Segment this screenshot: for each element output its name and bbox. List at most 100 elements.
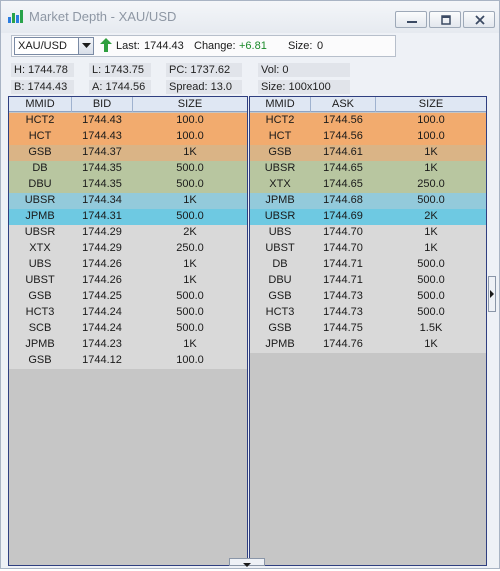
table-row[interactable]: JPMB 1744.68 500.0 xyxy=(250,193,486,209)
ask-panel[interactable]: MMID ASK SIZE HCT2 1744.56 100.0 HCT 1744.56… xyxy=(249,96,487,566)
table-row[interactable]: UBS 1744.70 1K xyxy=(250,225,486,241)
dropdown-button[interactable] xyxy=(78,38,93,54)
mmid-cell: GSB xyxy=(268,146,292,158)
stat-size: Size: 100x100 xyxy=(258,80,350,94)
size-cell: 1K xyxy=(183,338,197,350)
size-cell: 1K xyxy=(183,274,197,286)
column-header-size[interactable]: SIZE xyxy=(376,98,486,110)
size-cell: 500.0 xyxy=(417,290,445,302)
table-row[interactable]: UBSR 1744.29 2K xyxy=(9,225,247,241)
table-row[interactable]: HCT3 1744.73 500.0 xyxy=(250,305,486,321)
mmid-cell: UBSR xyxy=(24,194,56,206)
table-row[interactable]: DB 1744.71 500.0 xyxy=(250,257,486,273)
mmid-cell: JPMB xyxy=(25,338,55,350)
price-cell: 1744.65 xyxy=(323,162,363,174)
restore-button[interactable] xyxy=(429,11,461,28)
chevron-down-icon xyxy=(82,43,91,48)
table-row[interactable]: UBSR 1744.69 2K xyxy=(250,209,486,225)
column-header-size[interactable]: SIZE xyxy=(133,98,247,110)
table-row[interactable]: JPMB 1744.76 1K xyxy=(250,337,486,353)
change-label: Change: xyxy=(194,40,236,52)
table-row[interactable]: DBU 1744.71 500.0 xyxy=(250,273,486,289)
price-cell: 1744.61 xyxy=(323,146,363,158)
size-cell: 1K xyxy=(183,258,197,270)
mmid-cell: UBSR xyxy=(264,162,296,174)
mmid-cell: HCT3 xyxy=(265,306,295,318)
size-cell: 2K xyxy=(424,210,438,222)
price-cell: 1744.35 xyxy=(82,178,122,190)
table-row[interactable]: XTX 1744.65 250.0 xyxy=(250,177,486,193)
table-row[interactable]: UBS 1744.26 1K xyxy=(9,257,247,273)
table-row[interactable]: JPMB 1744.31 500.0 xyxy=(9,209,247,225)
column-header-mmid[interactable]: MMID xyxy=(250,98,310,110)
table-row[interactable]: HCT3 1744.24 500.0 xyxy=(9,305,247,321)
close-icon xyxy=(475,15,485,25)
size-cell: 500.0 xyxy=(176,322,204,334)
table-row[interactable]: GSB 1744.73 500.0 xyxy=(250,289,486,305)
chevron-right-icon xyxy=(490,290,494,298)
ask-table-header: MMID ASK SIZE xyxy=(250,97,486,112)
side-panel-toggle[interactable] xyxy=(488,276,496,312)
table-row[interactable]: UBST 1744.26 1K xyxy=(9,273,247,289)
table-row[interactable]: GSB 1744.37 1K xyxy=(9,145,247,161)
table-row[interactable]: DBU 1744.35 500.0 xyxy=(9,177,247,193)
mmid-cell: GSB xyxy=(28,146,52,158)
mmid-cell: SCB xyxy=(28,322,52,334)
size-cell: 500.0 xyxy=(176,290,204,302)
table-row[interactable]: GSB 1744.75 1.5K xyxy=(250,321,486,337)
stat-ask: A: 1744.56 xyxy=(89,80,151,94)
table-row[interactable]: UBSR 1744.65 1K xyxy=(250,161,486,177)
price-cell: 1744.56 xyxy=(323,114,363,126)
symbol-value: XAU/USD xyxy=(18,40,67,52)
mmid-cell: DBU xyxy=(268,274,292,286)
size-cell: 500.0 xyxy=(176,210,204,222)
table-row[interactable]: HCT2 1744.56 100.0 xyxy=(250,113,486,129)
size-cell: 1K xyxy=(183,146,197,158)
price-cell: 1744.76 xyxy=(323,338,363,350)
size-cell: 500.0 xyxy=(417,194,445,206)
size-cell: 1K xyxy=(424,162,438,174)
symbol-dropdown[interactable]: XAU/USD xyxy=(14,37,94,55)
table-row[interactable]: HCT 1744.56 100.0 xyxy=(250,129,486,145)
table-row[interactable]: SCB 1744.24 500.0 xyxy=(9,321,247,337)
column-header-mmid[interactable]: MMID xyxy=(9,98,71,110)
price-cell: 1744.35 xyxy=(82,162,122,174)
price-cell: 1744.71 xyxy=(323,258,363,270)
mmid-cell: UBST xyxy=(265,242,295,254)
mmid-cell: HCT3 xyxy=(25,306,55,318)
table-row[interactable]: JPMB 1744.23 1K xyxy=(9,337,247,353)
stat-high: H: 1744.78 xyxy=(11,63,74,77)
size-cell: 250.0 xyxy=(417,178,445,190)
minimize-button[interactable] xyxy=(395,11,427,28)
bid-panel[interactable]: MMID BID SIZE HCT2 1744.43 100.0 HCT 1744.43… xyxy=(8,96,248,566)
table-row[interactable]: XTX 1744.29 250.0 xyxy=(9,241,247,257)
price-cell: 1744.73 xyxy=(323,306,363,318)
mmid-cell: DB xyxy=(272,258,288,270)
title-bar[interactable]: Market Depth - XAU/USD xyxy=(1,1,499,33)
column-header-bid[interactable]: BID xyxy=(72,98,132,110)
size-cell: 500.0 xyxy=(176,306,204,318)
table-row[interactable]: GSB 1744.61 1K xyxy=(250,145,486,161)
table-row[interactable]: HCT2 1744.43 100.0 xyxy=(9,113,247,129)
price-cell: 1744.24 xyxy=(82,306,122,318)
price-cell: 1744.56 xyxy=(323,130,363,142)
price-cell: 1744.12 xyxy=(82,354,122,366)
window-title: Market Depth - XAU/USD xyxy=(29,9,177,24)
table-row[interactable]: DB 1744.35 500.0 xyxy=(9,161,247,177)
size-cell: 100.0 xyxy=(176,354,204,366)
table-row[interactable]: UBSR 1744.34 1K xyxy=(9,193,247,209)
mmid-cell: GSB xyxy=(28,354,52,366)
column-header-ask[interactable]: ASK xyxy=(311,98,375,110)
table-row[interactable]: GSB 1744.25 500.0 xyxy=(9,289,247,305)
size-cell: 1K xyxy=(424,338,438,350)
size-cell: 500.0 xyxy=(417,274,445,286)
table-row[interactable]: HCT 1744.43 100.0 xyxy=(9,129,247,145)
table-row[interactable]: GSB 1744.12 100.0 xyxy=(9,353,247,369)
bottom-panel-toggle[interactable] xyxy=(229,558,265,567)
table-row[interactable]: UBST 1744.70 1K xyxy=(250,241,486,257)
size-cell: 2K xyxy=(183,226,197,238)
mmid-cell: UBS xyxy=(268,226,292,238)
close-button[interactable] xyxy=(463,11,495,28)
price-cell: 1744.24 xyxy=(82,322,122,334)
mmid-cell: XTX xyxy=(29,242,51,254)
